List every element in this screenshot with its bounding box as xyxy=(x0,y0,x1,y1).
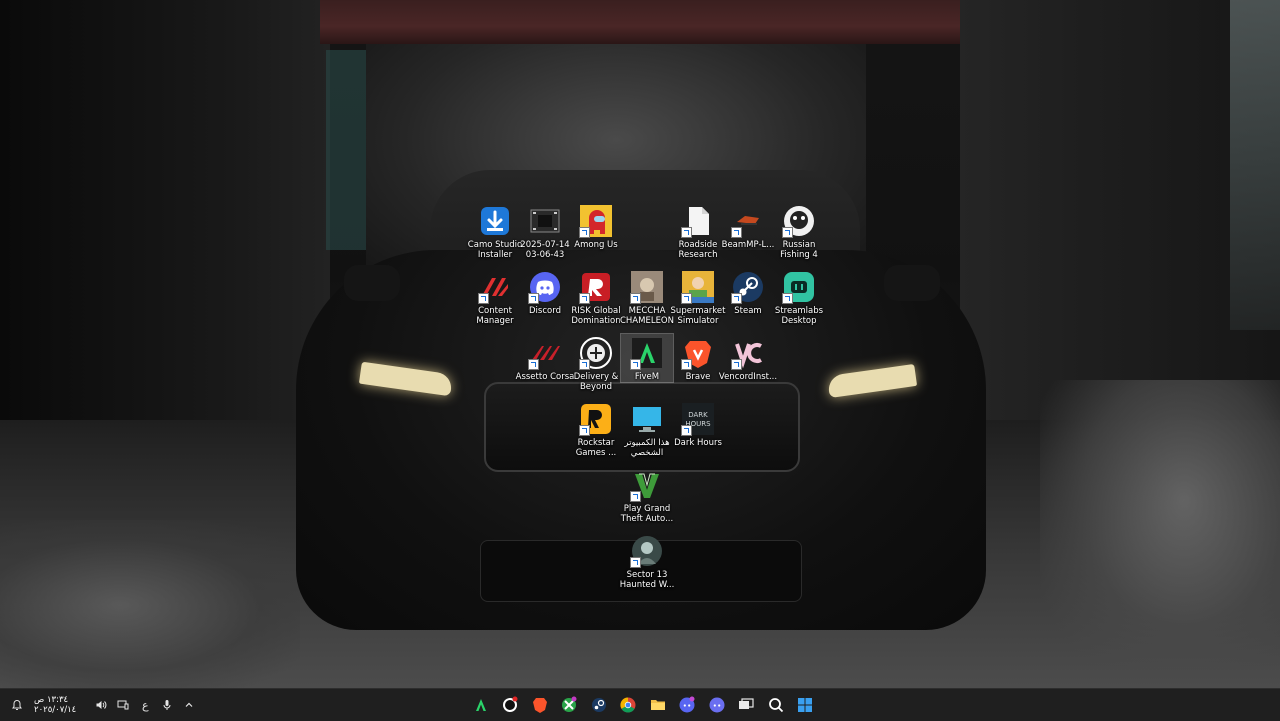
desktop-icon-brave[interactable]: Brave xyxy=(672,334,724,382)
discord-icon xyxy=(528,270,562,304)
display-icon[interactable] xyxy=(112,689,134,721)
desktop-icon-fivem[interactable]: FiveM xyxy=(620,333,674,383)
taskbar-start-button[interactable] xyxy=(791,689,821,721)
volume-icon[interactable] xyxy=(90,689,112,721)
dark-hours-icon: DARK HOURS xyxy=(681,402,715,436)
taskbar: ١٣:٣٤ ص ٢٠٢٥/٠٧/١٤ ع xyxy=(0,688,1280,721)
notification-bell-icon[interactable] xyxy=(6,689,28,721)
brave-icon xyxy=(532,698,547,713)
taskbar-apps xyxy=(466,689,820,721)
desktop-icon-roadside-research[interactable]: Roadside Research xyxy=(672,202,724,260)
supermarket-simulator-icon xyxy=(681,270,715,304)
task-view-icon xyxy=(739,698,754,709)
desktop-icon-risk-global-domination[interactable]: RISK Global Domination xyxy=(570,268,622,326)
brave-icon xyxy=(681,336,715,370)
desktop-icon-this-pc[interactable]: هذا الكمبيوتر الشخصي xyxy=(621,400,673,458)
desktop-icon-sector-13[interactable]: Sector 13 Haunted W... xyxy=(620,532,674,590)
sector-13-icon xyxy=(630,534,664,568)
desktop-icon-content-manager[interactable]: Content Manager xyxy=(469,268,521,326)
taskbar-brave-button[interactable] xyxy=(525,689,555,721)
system-tray: ١٣:٣٤ ص ٢٠٢٥/٠٧/١٤ ع xyxy=(6,689,200,721)
risk-icon xyxy=(579,270,613,304)
taskbar-discord-button[interactable] xyxy=(673,689,703,721)
meccha-chameleon-icon xyxy=(630,270,664,304)
desktop-icon-video-2025-07-14[interactable]: 2025-07-14 03-06-43 xyxy=(519,202,571,260)
rockstar-launcher-icon xyxy=(579,402,613,436)
discord-icon xyxy=(679,696,695,713)
desktop-icon-meccha-chameleon[interactable]: MECCHA CHAMELEON xyxy=(620,268,674,326)
desktop-icon-vencord-installer[interactable]: VencordInst... xyxy=(719,334,777,382)
blank-document-icon xyxy=(681,204,715,238)
among-us-icon xyxy=(579,204,613,238)
delivery-beyond-icon xyxy=(579,336,613,370)
rockstar-icon xyxy=(503,696,518,712)
desktop-icon-camo-studio-installer[interactable]: Camo Studio Installer xyxy=(468,202,522,260)
video-file-icon xyxy=(528,204,562,238)
taskbar-fivem-button[interactable] xyxy=(466,689,496,721)
desktop-icon-area: Camo Studio Installer 2025-07-14 03-06-4… xyxy=(0,0,1280,688)
taskbar-discord-alt-button[interactable] xyxy=(702,689,732,721)
chevron-up-icon[interactable] xyxy=(178,689,200,721)
taskbar-chrome-button[interactable] xyxy=(614,689,644,721)
desktop-icon-beammp[interactable]: BeamMP-L... xyxy=(722,202,774,250)
taskbar-rockstar-button[interactable] xyxy=(496,689,526,721)
language-indicator[interactable]: ع xyxy=(134,689,156,721)
taskbar-steam-button[interactable] xyxy=(584,689,614,721)
discord-alt-icon xyxy=(709,697,725,713)
clock-time: ١٣:٣٤ ص xyxy=(34,695,69,705)
desktop-icon-russian-fishing-4[interactable]: Russian Fishing 4 xyxy=(773,202,825,260)
steam-icon xyxy=(731,270,765,304)
search-icon xyxy=(768,698,783,713)
clock-date: ٢٠٢٥/٠٧/١٤ xyxy=(34,705,77,715)
steam-icon xyxy=(591,698,606,712)
camo-installer-icon xyxy=(478,204,512,238)
chrome-icon xyxy=(620,697,636,713)
desktop-icon-streamlabs-desktop[interactable]: Streamlabs Desktop xyxy=(773,268,825,326)
desktop-icon-discord[interactable]: Discord xyxy=(519,268,571,316)
desktop-icon-delivery-beyond[interactable]: Delivery & Beyond xyxy=(570,334,622,392)
assetto-corsa-icon xyxy=(528,336,562,370)
desktop-icon-assetto-corsa[interactable]: Assetto Corsa xyxy=(516,334,574,382)
start-icon xyxy=(798,698,813,712)
beammp-icon xyxy=(731,204,765,238)
this-pc-icon xyxy=(630,402,664,436)
microphone-icon[interactable] xyxy=(156,689,178,721)
desktop-icon-supermarket-simulator[interactable]: Supermarket Simulator xyxy=(671,268,725,326)
taskbar-xbox-button[interactable] xyxy=(555,689,585,721)
taskbar-search-button[interactable] xyxy=(761,689,791,721)
svg-text:DARK: DARK xyxy=(688,411,708,419)
taskbar-file-explorer-button[interactable] xyxy=(643,689,673,721)
gta-v-icon xyxy=(630,468,664,502)
fivem-icon xyxy=(630,336,664,370)
file-explorer-icon xyxy=(650,700,665,710)
vencord-icon xyxy=(731,336,765,370)
fivem-icon xyxy=(475,699,486,711)
desktop-icon-play-gta-v[interactable]: Play Grand Theft Auto... xyxy=(621,466,673,524)
russian-fishing-icon xyxy=(782,204,816,238)
desktop-icon-among-us[interactable]: Among Us xyxy=(570,202,622,250)
desktop-icon-steam[interactable]: Steam xyxy=(722,268,774,316)
desktop-icon-rockstar-games-launcher[interactable]: Rockstar Games ... xyxy=(570,400,622,458)
xbox-icon xyxy=(562,696,577,712)
streamlabs-icon xyxy=(782,270,816,304)
clock[interactable]: ١٣:٣٤ ص ٢٠٢٥/٠٧/١٤ xyxy=(34,695,76,715)
content-manager-icon xyxy=(478,270,512,304)
taskbar-task-view-button[interactable] xyxy=(732,689,762,721)
desktop-icon-dark-hours[interactable]: DARK HOURS Dark Hours xyxy=(672,400,724,448)
